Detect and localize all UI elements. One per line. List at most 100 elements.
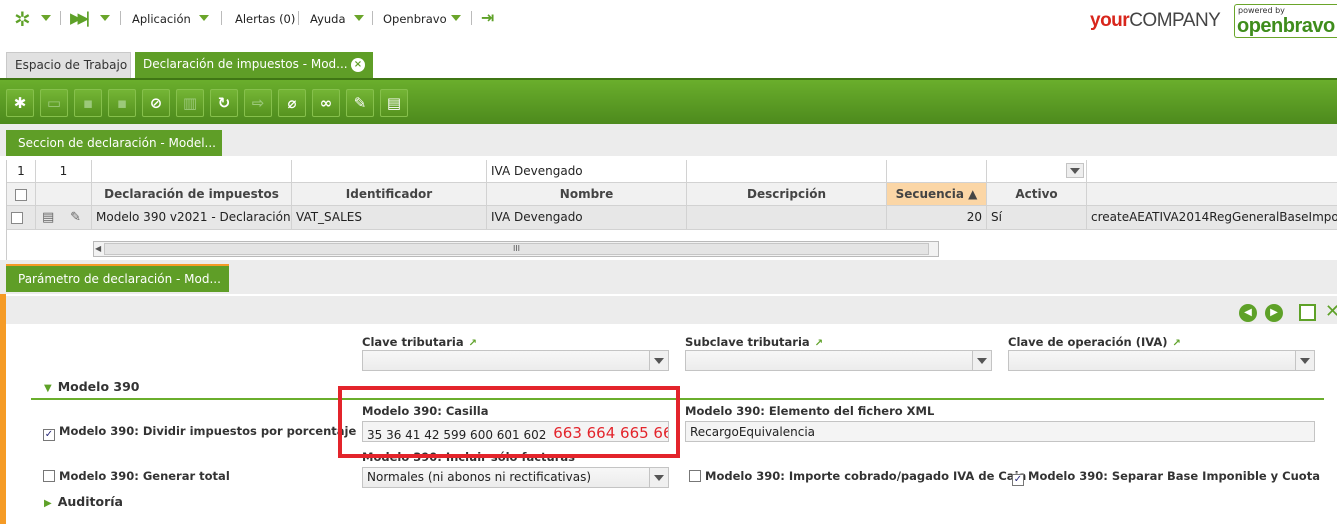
column-header-name[interactable]: Nombre [487,183,687,206]
column-header-sequence[interactable]: Secuencia ▲ [887,183,987,206]
chevron-down-icon[interactable] [1295,351,1314,370]
select-all-checkbox[interactable] [15,188,27,201]
new-document-icon[interactable]: ✱ [6,89,34,117]
separator [372,11,373,25]
filter-row-number: 1 [36,160,92,183]
tab-bar: Espacio de Trabajo Declaración de impues… [0,44,1337,78]
group-auditoria[interactable]: ▶ Auditoría [44,494,123,509]
recent-views-dropdown-icon[interactable] [100,15,110,21]
separar-base-check[interactable]: ✓ [1012,474,1024,486]
subclave-tributaria-link-icon[interactable]: ↗ [815,338,823,349]
quick-launch-dropdown-icon[interactable] [41,15,51,21]
save-close-icon[interactable]: ▪ [108,89,136,117]
filter-extra[interactable] [1087,160,1337,183]
maximize-form-icon[interactable] [1299,304,1316,321]
filter-identifier[interactable] [292,160,487,183]
cell-active[interactable]: Sí [987,206,1087,230]
select-all-checkbox-cell[interactable] [7,183,36,206]
openbravo-logo[interactable]: powered by openbravo [1234,4,1337,38]
customize-icon[interactable]: ✎ [346,89,374,117]
grid-form-toggle-icon[interactable]: ▤ [380,89,408,117]
chevron-down-icon[interactable] [649,468,668,487]
next-record-icon[interactable]: ▶ [1265,304,1283,322]
cell-declaration[interactable]: Modelo 390 v2021 - Declaración ... [92,206,292,230]
column-header-description[interactable]: Descripción [687,183,887,206]
user-menu[interactable]: Openbravo [383,12,447,26]
importe-iva-caja-checkbox[interactable]: Modelo 390: Importe cobrado/pagado IVA d… [689,469,1026,483]
filter-row-number: 1 [7,160,36,183]
attach-icon[interactable]: ⌀ [278,89,306,117]
filter-active-dropdown-icon[interactable] [1066,163,1084,178]
quick-launch-icon[interactable]: ✲ [14,7,31,31]
clave-operacion-select[interactable] [1008,350,1315,371]
delete-icon[interactable]: ▥ [176,89,204,117]
tab-workspace[interactable]: Espacio de Trabajo [6,52,131,78]
save-icon[interactable]: ▪ [74,89,102,117]
horizontal-scrollbar[interactable]: ◀ III [93,241,939,257]
toolbar: ✱ ▭ ▪ ▪ ⊘ ▥ ↻ ⇨ ⌀ ∞ ✎ ▤ [0,78,1337,124]
cell-name[interactable]: IVA Devengado [487,206,687,230]
generar-total-check[interactable] [43,470,55,482]
cell-extra[interactable]: createAEATIVA2014RegGeneralBaseImponible [1087,206,1337,230]
application-menu[interactable]: Aplicación [132,12,191,26]
scrollbar-thumb[interactable]: III [104,243,929,255]
filter-active[interactable] [987,160,1087,183]
save-new-icon[interactable]: ▭ [40,89,68,117]
column-header-active[interactable]: Activo [987,183,1087,206]
previous-record-icon[interactable]: ◀ [1239,304,1257,322]
dividir-impuestos-check[interactable]: ✓ [43,429,55,441]
recent-views-icon[interactable]: ▶▶| [70,9,90,27]
separator [298,11,299,25]
importe-iva-caja-check[interactable] [689,470,701,482]
section-tab-declaration-parameter[interactable]: Parámetro de declaración - Mod... [6,264,229,292]
open-form-icon[interactable]: ▤ [42,210,54,225]
edit-row-icon[interactable]: ✎ [70,210,81,225]
tab-declaration[interactable]: Declaración de impuestos - Mod... × [135,52,373,78]
logout-icon[interactable]: ⇥ [481,8,494,27]
link-icon[interactable]: ∞ [312,89,340,117]
column-header-identifier[interactable]: Identificador [292,183,487,206]
incluir-facturas-select[interactable]: Normales (ni abonos ni rectificativas) [362,467,669,488]
section-tab-declaration-section[interactable]: Seccion de declaración - Model... [6,130,222,156]
filter-sequence[interactable] [887,160,987,183]
expand-down-icon[interactable]: ▼ [44,383,52,394]
filter-description[interactable] [687,160,887,183]
alerts-link[interactable]: Alertas (0) [235,12,295,26]
expand-right-icon[interactable]: ▶ [44,498,52,509]
row-checkbox-cell[interactable] [7,206,36,230]
user-dropdown-icon[interactable] [451,15,461,21]
filter-name[interactable]: IVA Devengado [487,160,687,183]
close-tab-icon[interactable]: × [351,58,365,72]
column-header-declaration[interactable]: Declaración de impuestos [92,183,292,206]
clave-tributaria-select[interactable] [362,350,669,371]
cell-description[interactable] [687,206,887,230]
application-dropdown-icon[interactable] [199,15,209,21]
filter-declaration[interactable] [92,160,292,183]
help-menu[interactable]: Ayuda [310,12,346,26]
subclave-tributaria-select[interactable] [685,350,992,371]
xml-element-input[interactable]: RecargoEquivalencia [685,421,1315,442]
generar-total-checkbox[interactable]: Modelo 390: Generar total [43,469,230,483]
help-dropdown-icon[interactable] [354,15,364,21]
cell-sequence[interactable]: 20 [887,206,987,230]
highlight-annotation-box [338,386,680,458]
active-form-indicator [0,294,6,524]
scroll-left-icon[interactable]: ◀ [95,244,101,253]
cell-identifier[interactable]: VAT_SALES [292,206,487,230]
clave-operacion-link-icon[interactable]: ↗ [1173,338,1181,349]
close-form-icon[interactable]: ✕ [1325,301,1337,322]
group-modelo-390[interactable]: ▼ Modelo 390 [44,379,139,394]
separar-base-checkbox[interactable]: ✓ Modelo 390: Separar Base Imponible y Cu… [1012,469,1320,486]
separator [120,11,121,25]
undo-icon[interactable]: ⊘ [142,89,170,117]
chevron-down-icon[interactable] [972,351,991,370]
subclave-tributaria-label: Subclave tributaria ↗ [685,335,824,349]
export-icon[interactable]: ⇨ [244,89,272,117]
clave-tributaria-link-icon[interactable]: ↗ [469,338,477,349]
refresh-icon[interactable]: ↻ [210,89,238,117]
column-header-extra[interactable] [1087,183,1337,206]
row-checkbox[interactable] [11,211,23,224]
chevron-down-icon[interactable] [649,351,668,370]
form-navigation-bar: ◀ ▶ ✕ [6,296,1337,324]
dividir-impuestos-checkbox[interactable]: ✓ Modelo 390: Dividir impuestos por porce… [43,424,356,441]
